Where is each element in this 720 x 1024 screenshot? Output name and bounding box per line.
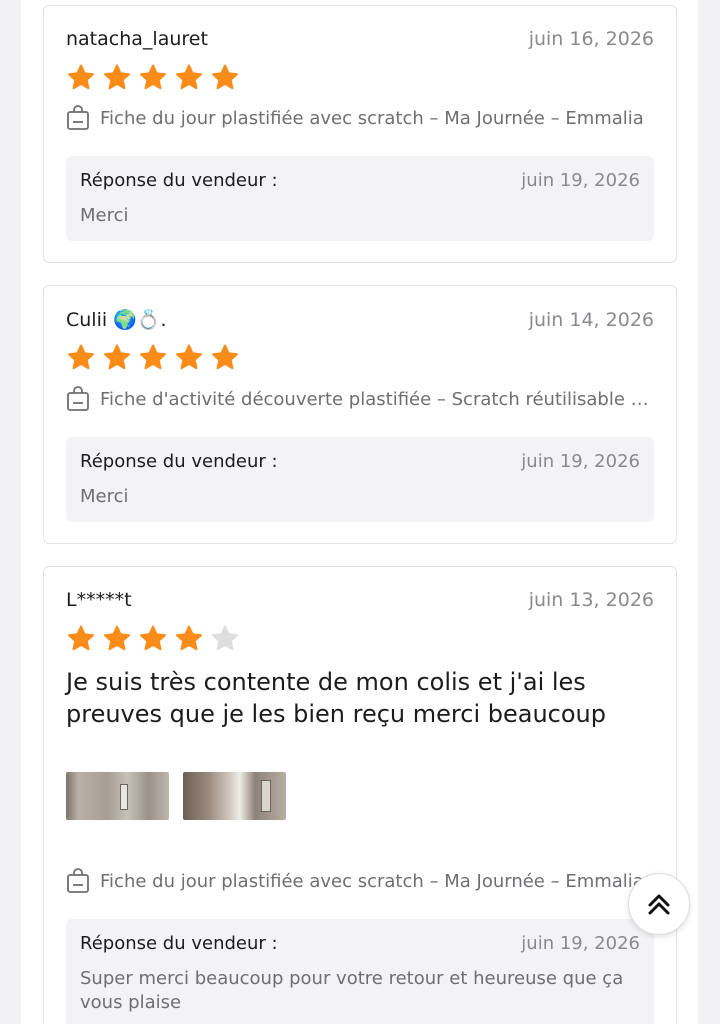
star-icon [210,343,240,373]
seller-reply: Réponse du vendeur : juin 19, 2026 Super… [66,919,654,1024]
scroll-to-top-button[interactable] [628,873,690,935]
review-date: juin 14, 2026 [528,308,654,331]
review-card: natacha_lauret juin 16, 2026 Fiche du jo… [43,5,677,263]
seller-reply-label: Réponse du vendeur : [80,451,278,472]
review-product-link[interactable]: Fiche du jour plastifiée avec scratch – … [66,868,654,894]
review-product-link[interactable]: Fiche d'activité découverte plastifiée –… [66,386,654,412]
star-icon [138,343,168,373]
seller-reply-text: Merci [80,205,129,226]
double-chevron-up-icon [645,890,673,918]
review-rating [66,63,240,93]
star-icon [66,63,96,93]
product-name: Fiche du jour plastifiée avec scratch – … [100,870,644,892]
review-author: natacha_lauret [66,28,208,50]
review-card: L*****t juin 13, 2026 Je suis très conte… [43,566,677,1024]
product-name: Fiche d'activité découverte plastifiée –… [100,388,654,410]
seller-reply-text: Merci [80,486,129,507]
seller-reply-date: juin 19, 2026 [521,451,640,472]
review-photo-thumbnail[interactable] [66,772,169,820]
shopping-bag-icon [66,868,90,894]
seller-reply-label: Réponse du vendeur : [80,170,278,191]
star-icon [210,624,240,654]
star-icon [210,63,240,93]
star-icon [66,343,96,373]
seller-reply: Réponse du vendeur : juin 19, 2026 Merci [66,437,654,522]
star-icon [174,343,204,373]
review-author: L*****t [66,589,132,611]
star-icon [66,624,96,654]
review-text: Je suis très contente de mon colis et j'… [66,668,606,728]
star-icon [102,343,132,373]
seller-reply-text: Super merci beaucoup pour votre retour e… [80,968,624,1013]
review-rating [66,343,240,373]
star-icon [138,63,168,93]
seller-reply-label: Réponse du vendeur : [80,933,278,954]
star-icon [102,624,132,654]
seller-reply: Réponse du vendeur : juin 19, 2026 Merci [66,156,654,241]
star-icon [174,63,204,93]
product-name: Fiche du jour plastifiée avec scratch – … [100,107,644,129]
shopping-bag-icon [66,105,90,131]
reviews-list: natacha_lauret juin 16, 2026 Fiche du jo… [21,0,698,1024]
seller-reply-date: juin 19, 2026 [521,170,640,191]
star-icon [138,624,168,654]
shopping-bag-icon [66,386,90,412]
review-date: juin 16, 2026 [528,28,654,50]
star-icon [102,63,132,93]
review-author: Culii 🌍💍. [66,309,167,331]
review-photo-thumbnail[interactable] [183,772,286,820]
star-icon [174,624,204,654]
review-card: Culii 🌍💍. juin 14, 2026 Fiche d'activité… [43,285,677,544]
seller-reply-date: juin 19, 2026 [521,933,640,954]
review-rating [66,624,240,654]
review-product-link[interactable]: Fiche du jour plastifiée avec scratch – … [66,105,654,131]
review-date: juin 13, 2026 [528,589,654,611]
